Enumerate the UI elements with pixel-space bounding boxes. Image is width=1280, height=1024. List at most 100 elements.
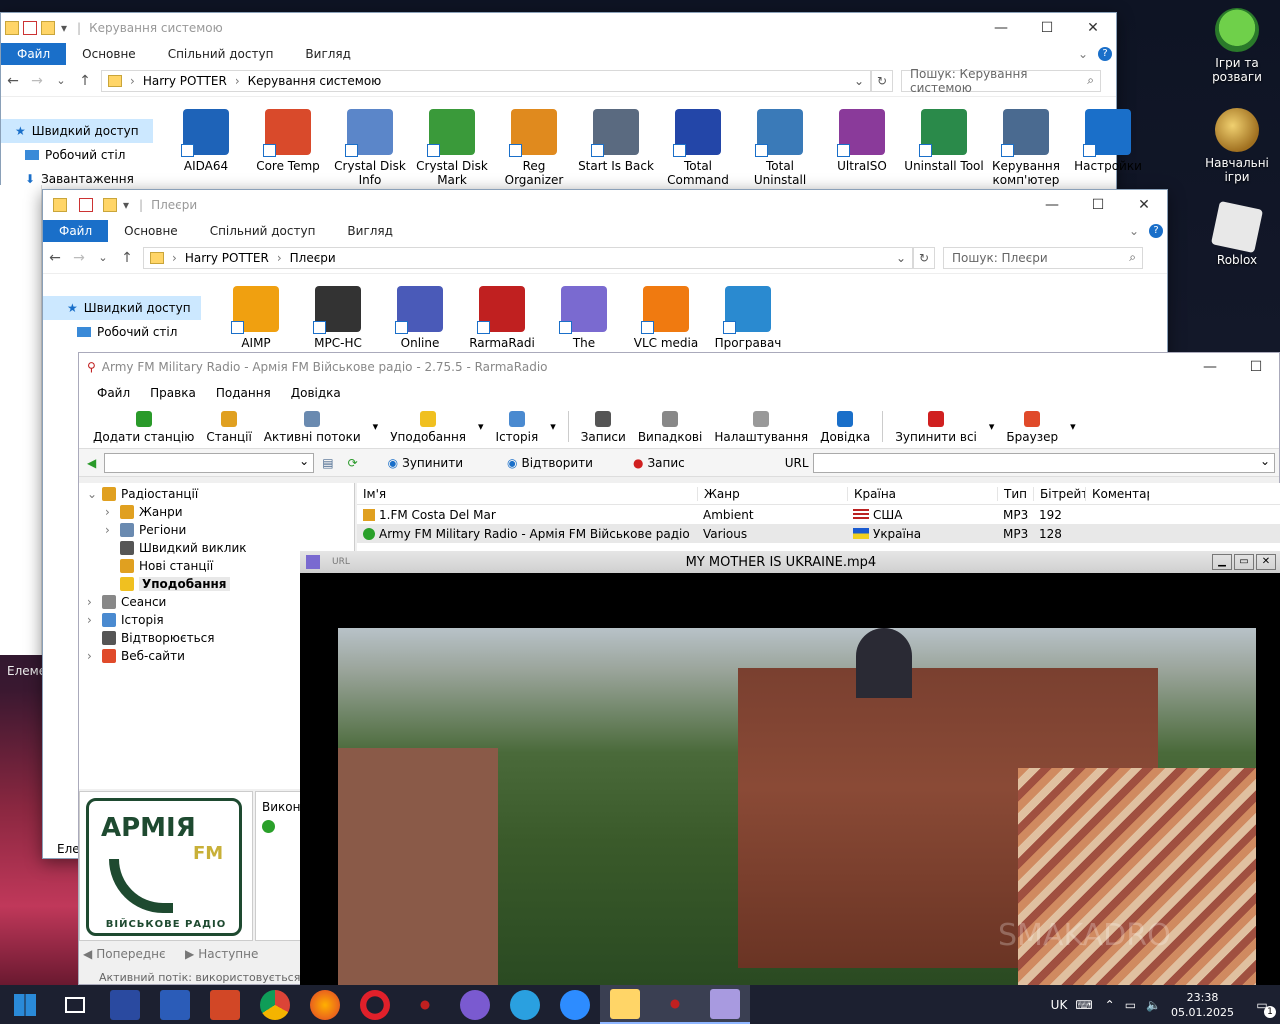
toolbar-button[interactable]: Зупинити всі: [889, 409, 983, 444]
tab-file[interactable]: Файл: [43, 220, 109, 242]
toolbar-button[interactable]: Записи: [575, 409, 632, 444]
file-item[interactable]: Crystal Disk Mark: [411, 109, 493, 187]
file-item[interactable]: MPC-HC: [297, 286, 379, 350]
search-input[interactable]: Пошук: Плеєри ⌕: [943, 246, 1143, 269]
file-item[interactable]: UltraISO: [821, 109, 903, 173]
ribbon-expand-icon[interactable]: ⌄: [1078, 47, 1088, 61]
table-row[interactable]: 1.FM Costa Del Mar Ambient США MP3 192: [357, 505, 1280, 524]
back-triangle-icon[interactable]: ◀: [87, 456, 96, 470]
toolbar-button[interactable]: Додати станцію: [87, 409, 200, 444]
file-item[interactable]: The: [543, 286, 625, 350]
tab-home[interactable]: Основне: [108, 220, 194, 242]
forward-arrow-icon[interactable]: →: [67, 250, 91, 266]
clock[interactable]: 23:38 05.01.2025: [1171, 990, 1234, 1020]
taskbar-app[interactable]: [550, 985, 600, 1024]
task-view-button[interactable]: [50, 985, 100, 1024]
taskbar-app[interactable]: [450, 985, 500, 1024]
expander-icon[interactable]: ⌄: [87, 487, 97, 501]
taskbar-app[interactable]: [400, 985, 450, 1024]
forward-arrow-icon[interactable]: →: [25, 73, 49, 89]
help-icon[interactable]: ?: [1098, 47, 1112, 61]
toolbar-button[interactable]: Браузер: [1000, 409, 1064, 444]
menu-view[interactable]: Подання: [206, 386, 281, 400]
toolbar-button[interactable]: Уподобання: [384, 409, 472, 444]
tree-item[interactable]: › Жанри: [87, 503, 354, 521]
keyboard-icon[interactable]: ⌨: [1075, 998, 1092, 1012]
desktop-icon-learning-games[interactable]: Навчальні ігри: [1202, 108, 1272, 184]
network-icon[interactable]: ▭: [1125, 998, 1136, 1012]
file-item[interactable]: RarmaRadi: [461, 286, 543, 350]
file-item[interactable]: Online: [379, 286, 461, 350]
player-title-bar[interactable]: URL MY MOTHER IS UKRAINE.mp4 ▁ ▭ ✕: [300, 551, 1280, 573]
file-item[interactable]: Настройки: [1067, 109, 1149, 173]
maximize-button[interactable]: ☐: [1233, 353, 1279, 381]
breadcrumb-item[interactable]: Harry POTTER: [185, 251, 269, 265]
taskbar-app[interactable]: [200, 985, 250, 1024]
expander-icon[interactable]: ›: [105, 523, 115, 537]
station-select[interactable]: ⌄: [104, 452, 315, 473]
tab-share[interactable]: Спільний доступ: [152, 43, 290, 65]
close-button[interactable]: ✕: [1070, 13, 1116, 43]
file-item[interactable]: Start Is Back: [575, 109, 657, 173]
nav-item-desktop[interactable]: Робочий стіл: [1, 143, 153, 167]
prev-button[interactable]: ◀ Попереднє: [83, 947, 166, 961]
taskbar-app-rarmaradio[interactable]: [650, 985, 700, 1024]
chevron-up-icon[interactable]: ⌃: [1105, 998, 1115, 1012]
minimize-button[interactable]: —: [1187, 353, 1233, 381]
toolbar-button[interactable]: Налаштування: [708, 409, 814, 444]
toolbar-button[interactable]: Довідка: [814, 409, 876, 444]
file-item[interactable]: Total Uninstall: [739, 109, 821, 187]
dropdown-arrow-icon[interactable]: ▾: [472, 409, 490, 444]
refresh-icon[interactable]: ↻: [871, 69, 893, 92]
list-icon[interactable]: ▤: [322, 456, 333, 470]
address-dropdown-icon[interactable]: ⌄: [854, 74, 864, 88]
dropdown-arrow-icon[interactable]: ▾: [1064, 409, 1082, 444]
title-bar[interactable]: ▾ | Керування системою — ☐ ✕: [1, 13, 1116, 43]
back-arrow-icon[interactable]: ←: [1, 73, 25, 89]
title-bar[interactable]: ▾ | Плеєри — ☐ ✕: [43, 190, 1167, 220]
minimize-button[interactable]: ▁: [1212, 554, 1232, 570]
file-item[interactable]: Reg Organizer: [493, 109, 575, 187]
breadcrumb-item[interactable]: Плеєри: [290, 251, 336, 265]
file-item[interactable]: Керування комп'ютер: [985, 109, 1067, 187]
address-bar[interactable]: › Harry POTTER › Плеєри ⌄: [143, 246, 913, 269]
toolbar-button[interactable]: Випадкові: [632, 409, 709, 444]
new-folder-icon[interactable]: [103, 198, 117, 212]
file-item[interactable]: Програвач: [707, 286, 789, 350]
up-arrow-icon[interactable]: ↑: [115, 250, 139, 266]
properties-icon[interactable]: [23, 21, 37, 35]
address-dropdown-icon[interactable]: ⌄: [896, 251, 906, 265]
toolbar-button[interactable]: Історія: [490, 409, 545, 444]
stop-button[interactable]: Зупинити: [402, 456, 463, 470]
menu-file[interactable]: Файл: [79, 386, 140, 400]
desktop-icon-games[interactable]: Ігри та розваги: [1202, 8, 1272, 84]
taskbar-app-explorer[interactable]: [600, 985, 650, 1024]
close-button[interactable]: ✕: [1256, 554, 1276, 570]
expander-icon[interactable]: ›: [105, 505, 115, 519]
start-button[interactable]: [0, 985, 50, 1024]
menu-edit[interactable]: Правка: [140, 386, 206, 400]
desktop-icon-roblox[interactable]: Roblox: [1202, 200, 1272, 267]
file-item[interactable]: Crystal Disk Info: [329, 109, 411, 187]
up-arrow-icon[interactable]: ↑: [73, 73, 97, 89]
taskbar-app[interactable]: [250, 985, 300, 1024]
record-button[interactable]: Запис: [647, 456, 684, 470]
minimize-button[interactable]: —: [978, 13, 1024, 43]
video-player-window[interactable]: URL MY MOTHER IS UKRAINE.mp4 ▁ ▭ ✕ SMAKA…: [300, 551, 1280, 985]
table-row-selected[interactable]: Army FM Military Radio - Армія FM Військ…: [357, 524, 1280, 543]
file-item[interactable]: Core Temp: [247, 109, 329, 173]
nav-item-quick-access[interactable]: ★ Швидкий доступ: [1, 119, 153, 143]
file-item[interactable]: Total Command: [657, 109, 739, 187]
back-arrow-icon[interactable]: ←: [43, 250, 67, 266]
dropdown-arrow-icon[interactable]: ▾: [367, 409, 385, 444]
url-input[interactable]: ⌄: [812, 452, 1275, 473]
search-input[interactable]: Пошук: Керування системою ⌕: [901, 67, 1101, 95]
breadcrumb-item[interactable]: Керування системою: [248, 74, 382, 88]
taskbar-app[interactable]: [350, 985, 400, 1024]
taskbar-app[interactable]: [100, 985, 150, 1024]
expander-icon[interactable]: ›: [87, 595, 97, 609]
tab-file[interactable]: Файл: [1, 43, 67, 65]
video-frame[interactable]: SMAKADRO: [338, 628, 1256, 985]
qat-dropdown-icon[interactable]: ▾: [61, 21, 67, 35]
taskbar-app[interactable]: [300, 985, 350, 1024]
